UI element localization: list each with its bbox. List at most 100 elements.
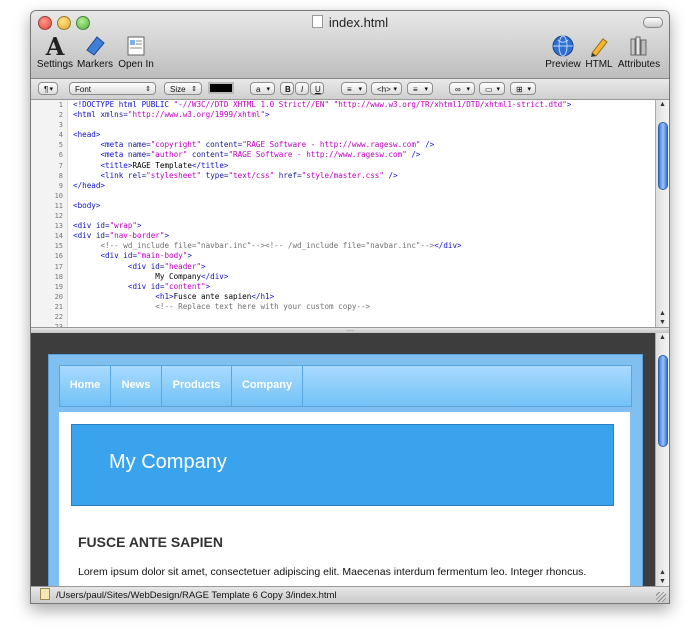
code-text[interactable]: <!DOCTYPE html PUBLIC "-//W3C//DTD XHTML… bbox=[73, 100, 571, 332]
code-line[interactable]: My Company</div> bbox=[73, 272, 571, 282]
preview-nav-home[interactable]: Home bbox=[60, 366, 111, 406]
line-number: 12 bbox=[54, 212, 63, 221]
chevron-down-icon: ▾ bbox=[466, 86, 470, 93]
code-line[interactable] bbox=[73, 191, 571, 201]
code-line[interactable]: <div id="content"> bbox=[73, 282, 571, 292]
paragraph-menu[interactable]: ¶ ▾ bbox=[38, 82, 58, 95]
format-bar: ¶ ▾ Font ⇕ Size ⇕ a ▾ B I U ≡ ▾ <h> ▾ ≡ ▾ ∞ ▾ ▭ ▾… bbox=[31, 79, 669, 100]
code-line[interactable] bbox=[73, 312, 571, 322]
box-menu[interactable]: ▭ ▾ bbox=[479, 82, 505, 95]
window-title-text: index.html bbox=[328, 15, 389, 30]
code-line[interactable]: <div id="nav-border"> bbox=[73, 231, 571, 241]
chevron-down-icon: ▾ bbox=[496, 86, 500, 93]
list-menu[interactable]: ≡ ▾ bbox=[407, 82, 433, 95]
line-number: 3 bbox=[58, 121, 63, 130]
scroll-up-icon[interactable]: ▲ bbox=[656, 334, 669, 341]
code-editor[interactable]: 1234567891011121314151617181920212223 <!… bbox=[31, 100, 656, 331]
line-number: 6 bbox=[58, 151, 63, 160]
editor-scrollbar[interactable]: ▲ ▲ ▼ bbox=[655, 100, 669, 327]
line-number: 16 bbox=[54, 252, 63, 261]
code-line[interactable]: <html xmlns="http://www.w3.org/1999/xhtm… bbox=[73, 110, 571, 120]
resize-grip-icon[interactable] bbox=[656, 592, 666, 602]
status-bar: /Users/paul/Sites/WebDesign/RAGE Templat… bbox=[31, 586, 669, 603]
code-line[interactable]: <body> bbox=[73, 201, 571, 211]
settings-label: Settings bbox=[36, 59, 74, 70]
preview-scrollbar[interactable]: ▲ ▲ ▼ bbox=[655, 333, 669, 586]
bold-button[interactable]: B bbox=[280, 82, 294, 95]
code-line[interactable]: <meta name="copyright" content="RAGE Sof… bbox=[73, 140, 571, 150]
line-number: 8 bbox=[58, 171, 63, 180]
toolbar-toggle-button[interactable] bbox=[643, 17, 663, 28]
editor-scroll-thumb[interactable] bbox=[658, 122, 668, 190]
chevron-down-icon: ▾ bbox=[266, 86, 270, 93]
preview-header: My Company bbox=[71, 424, 614, 506]
preview-heading: FUSCE ANTE SAPIEN bbox=[78, 534, 223, 550]
line-number: 21 bbox=[54, 302, 63, 311]
line-number: 1 bbox=[58, 101, 63, 109]
code-line[interactable]: </head> bbox=[73, 181, 571, 191]
code-line[interactable]: <div id="main-body"> bbox=[73, 251, 571, 261]
line-number: 19 bbox=[54, 282, 63, 291]
code-line[interactable] bbox=[73, 211, 571, 221]
preview-main-body: My Company FUSCE ANTE SAPIEN Lorem ipsum… bbox=[59, 412, 630, 586]
markers-button[interactable]: Markers bbox=[76, 33, 114, 70]
text-color-swatch[interactable] bbox=[208, 82, 234, 94]
code-line[interactable]: <head> bbox=[73, 130, 571, 140]
books-icon bbox=[630, 36, 647, 56]
line-number: 15 bbox=[54, 242, 63, 251]
code-line[interactable]: <!DOCTYPE html PUBLIC "-//W3C//DTD XHTML… bbox=[73, 100, 571, 110]
size-select[interactable]: Size ⇕ bbox=[164, 82, 202, 95]
code-line[interactable]: <!-- wd_include file="navbar.inc"--><!--… bbox=[73, 241, 571, 251]
preview-page: Home News Products Company My Company FU… bbox=[48, 354, 643, 586]
scroll-down-icon[interactable]: ▼ bbox=[656, 578, 669, 585]
preview-pane: Home News Products Company My Company FU… bbox=[31, 333, 656, 586]
code-line[interactable]: <!-- Replace text here with your custom … bbox=[73, 302, 571, 312]
font-a-icon: A bbox=[45, 31, 65, 61]
line-number-gutter: 1234567891011121314151617181920212223 bbox=[31, 100, 68, 331]
preview-nav-news[interactable]: News bbox=[111, 366, 162, 406]
code-line[interactable]: <title>RAGE Template</title> bbox=[73, 161, 571, 171]
link-menu[interactable]: ∞ ▾ bbox=[449, 82, 475, 95]
globe-icon bbox=[552, 35, 574, 57]
align-menu[interactable]: ≡ ▾ bbox=[341, 82, 367, 95]
table-menu[interactable]: ⊞ ▾ bbox=[510, 82, 536, 95]
preview-nav-company[interactable]: Company bbox=[232, 366, 303, 406]
chevron-down-icon: ▾ bbox=[393, 86, 397, 93]
preview-nav: Home News Products Company bbox=[59, 365, 632, 407]
line-number: 9 bbox=[58, 181, 63, 190]
code-line[interactable]: <link rel="stylesheet" type="text/css" h… bbox=[73, 171, 571, 181]
open-in-button[interactable]: Open In bbox=[116, 33, 156, 70]
code-line[interactable]: <meta name="author" content="RAGE Softwa… bbox=[73, 150, 571, 160]
code-line[interactable]: <h1>Fusce ante sapien</h1> bbox=[73, 292, 571, 302]
code-line[interactable]: <div id="wrap"> bbox=[73, 221, 571, 231]
preview-nav-products[interactable]: Products bbox=[162, 366, 232, 406]
editor-window: index.html A Settings Markers Open In Pr… bbox=[30, 10, 670, 604]
code-line[interactable]: <div id="header"> bbox=[73, 262, 571, 272]
line-number: 22 bbox=[54, 312, 63, 321]
table-icon: ⊞ bbox=[516, 85, 523, 94]
file-path: /Users/paul/Sites/WebDesign/RAGE Templat… bbox=[56, 590, 337, 601]
scroll-down-icon[interactable]: ▼ bbox=[656, 319, 669, 326]
html-button[interactable]: HTML bbox=[584, 33, 614, 70]
code-line[interactable] bbox=[73, 120, 571, 130]
scroll-up-icon[interactable]: ▲ bbox=[656, 101, 669, 108]
open-in-label: Open In bbox=[118, 59, 154, 70]
font-select[interactable]: Font ⇕ bbox=[69, 82, 156, 95]
open-in-icon bbox=[127, 36, 145, 56]
preview-scroll-thumb[interactable] bbox=[658, 355, 668, 447]
line-number: 4 bbox=[58, 131, 63, 140]
preview-button[interactable]: Preview bbox=[543, 33, 583, 70]
window-title: index.html bbox=[31, 15, 669, 30]
attributes-button[interactable]: Attributes bbox=[615, 33, 663, 70]
italic-button[interactable]: I bbox=[295, 82, 309, 95]
line-number: 20 bbox=[54, 292, 63, 301]
settings-button[interactable]: A Settings bbox=[35, 31, 75, 71]
underline-button[interactable]: U bbox=[310, 82, 324, 95]
case-menu[interactable]: a ▾ bbox=[250, 82, 275, 95]
line-number: 10 bbox=[54, 191, 63, 200]
file-icon bbox=[40, 588, 50, 600]
scroll-up-icon[interactable]: ▲ bbox=[656, 569, 669, 576]
stepper-icon: ⇕ bbox=[145, 86, 151, 93]
scroll-up-icon[interactable]: ▲ bbox=[656, 310, 669, 317]
heading-menu[interactable]: <h> ▾ bbox=[371, 82, 402, 95]
